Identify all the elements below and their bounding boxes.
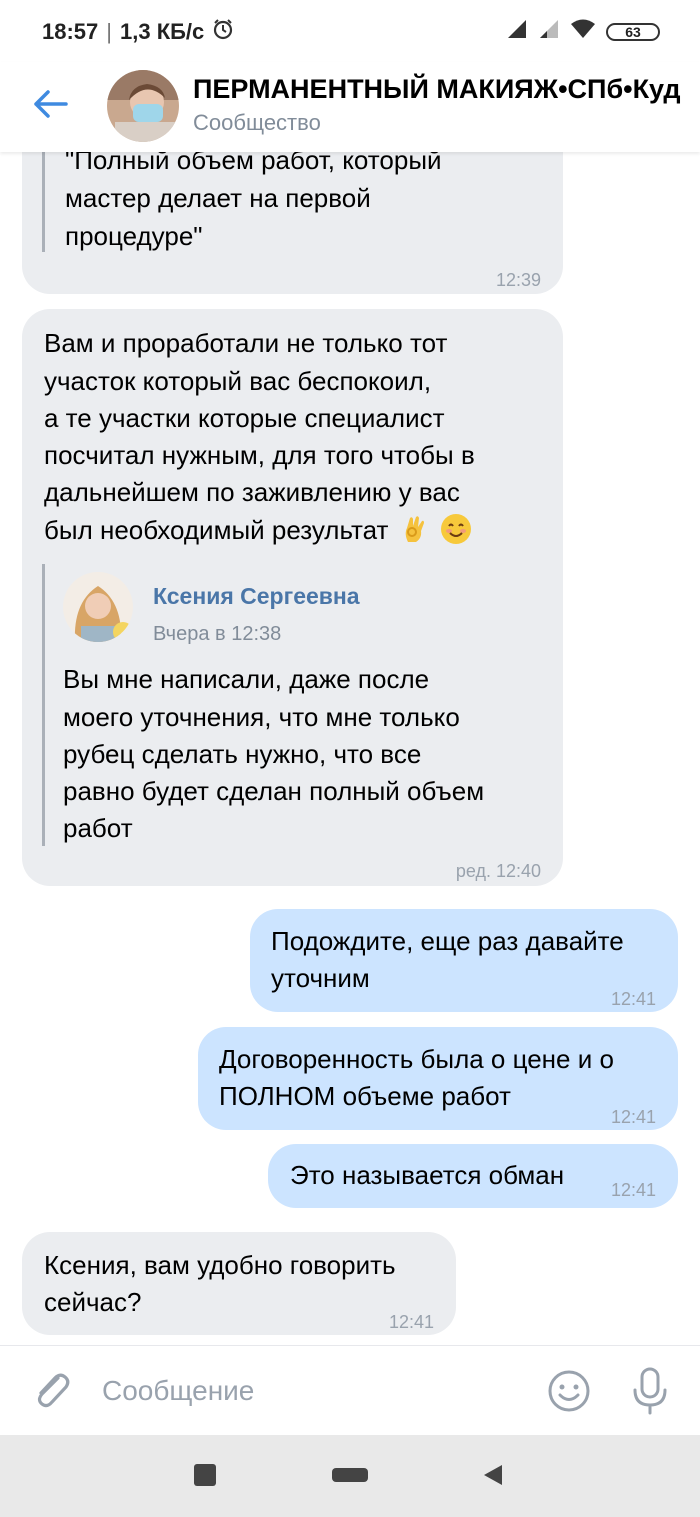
message-input[interactable] bbox=[100, 1366, 524, 1416]
incoming-message[interactable]: Вам и проработали не только тот участок … bbox=[22, 309, 563, 886]
message-time: 12:41 bbox=[388, 1312, 434, 1332]
status-time: 18:57 bbox=[42, 19, 99, 44]
status-left: 18:57 | 1,3 КБ/с bbox=[42, 18, 234, 46]
paperclip-icon bbox=[37, 1373, 70, 1408]
quote-text-line: моего уточнения, что мне только bbox=[63, 702, 460, 732]
message-text-line: Договоренность была о цене и о bbox=[219, 1044, 614, 1074]
message-text-line: Вам и проработали не только тот bbox=[44, 328, 448, 358]
system-navigation-bar bbox=[0, 1435, 700, 1517]
microphone-icon bbox=[633, 1367, 667, 1415]
reply-quote[interactable]: Ксения Сергеевна Вчера в 12:38 Вы мне на… bbox=[42, 564, 525, 846]
message-time: 12:39 bbox=[495, 270, 541, 290]
community-avatar[interactable] bbox=[107, 70, 179, 142]
home-button[interactable] bbox=[332, 1468, 368, 1487]
back-arrow-icon bbox=[34, 90, 68, 118]
signal-icon bbox=[506, 18, 528, 45]
message-text-line: процедуре" bbox=[65, 221, 203, 251]
emoji-button[interactable] bbox=[546, 1368, 592, 1414]
quote-date: Вчера в 12:38 bbox=[153, 623, 282, 645]
quote-author-avatar bbox=[63, 572, 133, 642]
status-right: 63 bbox=[506, 18, 660, 45]
signal-weak-icon bbox=[538, 18, 560, 45]
message-text-line: участок который вас беспокоил, bbox=[44, 366, 432, 396]
attach-button[interactable] bbox=[28, 1366, 76, 1414]
message-time: ред. 12:40 bbox=[455, 861, 541, 881]
message-text-line: был необходимый результат bbox=[44, 512, 471, 549]
back-nav-button[interactable] bbox=[482, 1463, 504, 1492]
home-bar-icon bbox=[332, 1468, 368, 1482]
quote-text-line: равно будет сделан полный объем bbox=[63, 776, 485, 806]
message-text-line: мастер делает на первой bbox=[65, 183, 371, 213]
status-bar: 18:57 | 1,3 КБ/с 63 bbox=[0, 0, 700, 62]
message-time: 12:41 bbox=[610, 1180, 656, 1200]
quote-text-line: рубец сделать нужно, что все bbox=[63, 739, 422, 769]
quote-text-line: Вы мне написали, даже после bbox=[63, 664, 430, 694]
network-speed: 1,3 КБ/с bbox=[120, 19, 205, 44]
outgoing-message[interactable]: Подождите, еще раз давайте уточним 12:41 bbox=[250, 909, 678, 1012]
message-list[interactable]: "Полный объем работ, который мастер дела… bbox=[0, 152, 700, 1345]
message-text-fragment: был необходимый результат bbox=[44, 515, 389, 545]
message-text-line: уточним bbox=[271, 963, 370, 993]
recent-apps-button[interactable] bbox=[193, 1463, 217, 1492]
message-text-line: "Полный объем работ, который bbox=[65, 152, 442, 175]
message-time: 12:41 bbox=[610, 989, 656, 1009]
message-composer bbox=[0, 1345, 700, 1436]
message-text-line: а те участки которые специалист bbox=[44, 403, 445, 433]
ok-hand-emoji bbox=[400, 514, 430, 544]
quote-text-line: работ bbox=[63, 813, 133, 843]
chat-title[interactable]: ПЕРМАНЕНТНЫЙ МАКИЯЖ•СПб•Куд bbox=[193, 74, 681, 105]
message-time: 12:41 bbox=[610, 1107, 656, 1127]
quote-author-name[interactable]: Ксения Сергеевна bbox=[153, 578, 360, 615]
message-text-line: Подождите, еще раз давайте bbox=[271, 926, 624, 956]
status-divider: | bbox=[106, 19, 112, 44]
alarm-icon bbox=[212, 18, 234, 46]
voice-message-button[interactable] bbox=[630, 1366, 670, 1416]
message-text-line: Это называется обман bbox=[290, 1160, 565, 1190]
message-text-line: дальнейшем по заживлению у вас bbox=[44, 477, 460, 507]
chat-header: ПЕРМАНЕНТНЫЙ МАКИЯЖ•СПб•Куд Сообщество bbox=[0, 62, 700, 152]
smiley-icon bbox=[548, 1370, 590, 1412]
outgoing-message[interactable]: Договоренность была о цене и о ПОЛНОМ об… bbox=[198, 1027, 678, 1130]
battery-indicator: 63 bbox=[606, 22, 660, 41]
outgoing-message[interactable]: Это называется обман 12:41 bbox=[268, 1144, 678, 1208]
message-quote-block: "Полный объем работ, который мастер дела… bbox=[42, 152, 442, 252]
message-text-line: посчитал нужным, для того чтобы в bbox=[44, 440, 475, 470]
message-text-line: ПОЛНОМ объеме работ bbox=[219, 1081, 511, 1111]
message-text-line: Ксения, вам удобно говорить bbox=[44, 1250, 396, 1280]
message-text-line: сейчас? bbox=[44, 1287, 142, 1317]
square-icon bbox=[194, 1464, 216, 1486]
chat-subtitle: Сообщество bbox=[193, 110, 321, 135]
incoming-message[interactable]: "Полный объем работ, который мастер дела… bbox=[22, 152, 563, 294]
triangle-back-icon bbox=[484, 1465, 502, 1485]
smiling-face-emoji bbox=[440, 514, 471, 544]
back-button[interactable] bbox=[28, 84, 72, 124]
incoming-message[interactable]: Ксения, вам удобно говорить сейчас? 12:4… bbox=[22, 1232, 456, 1335]
wifi-icon bbox=[570, 18, 596, 45]
